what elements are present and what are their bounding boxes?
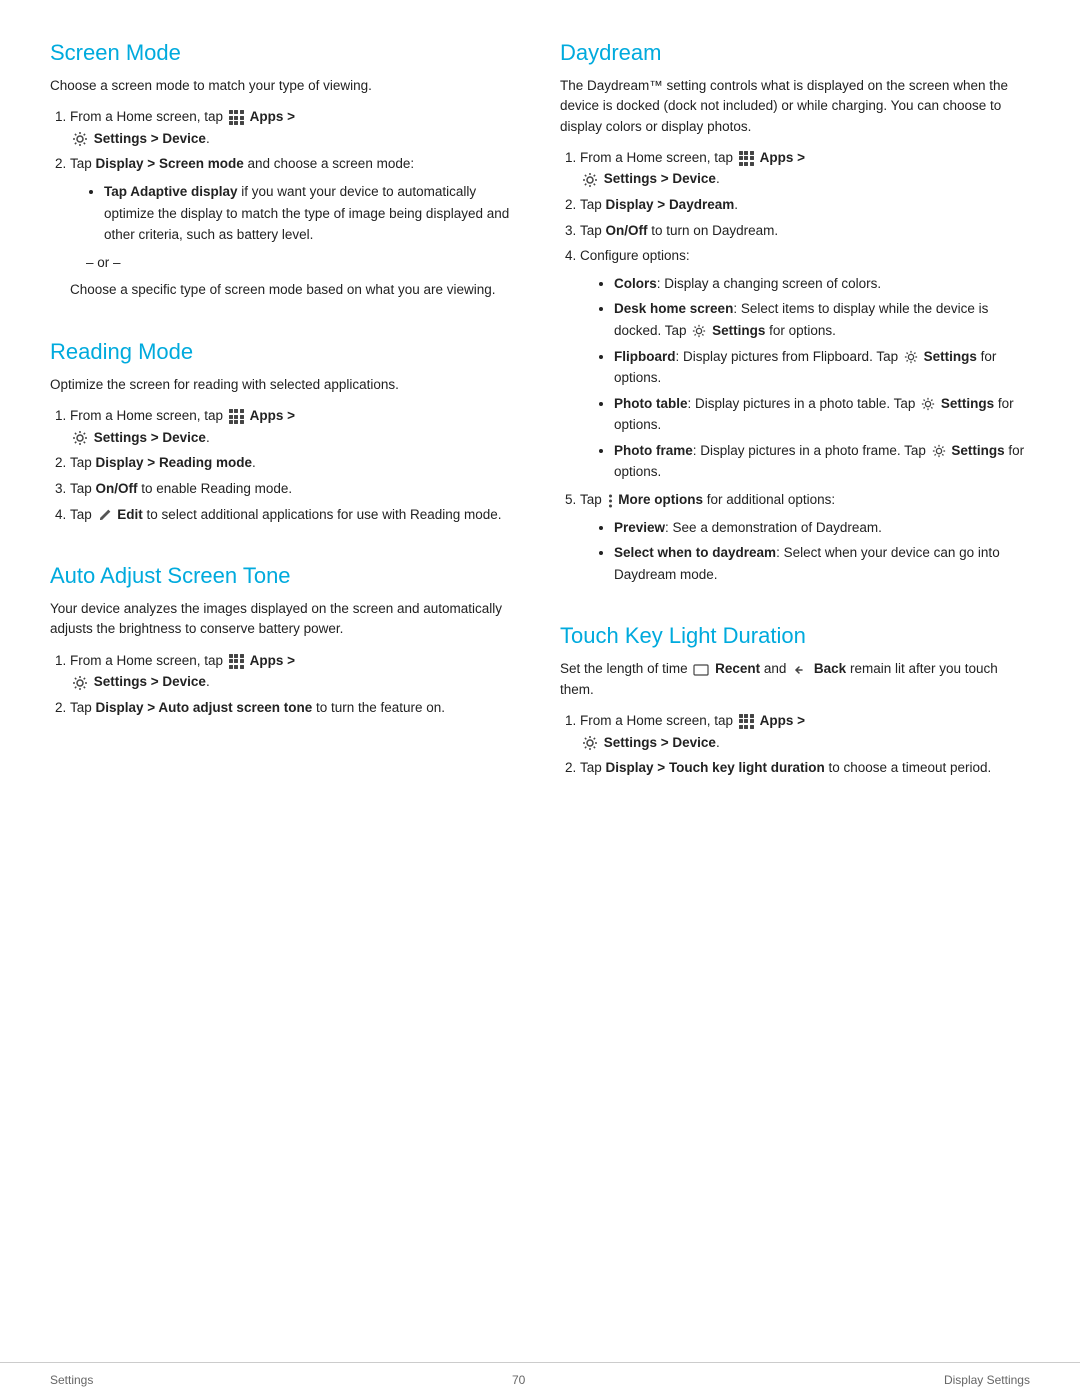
step-item: Tap Display > Auto adjust screen tone to… — [70, 697, 520, 719]
option-item: Flipboard: Display pictures from Flipboa… — [614, 346, 1030, 389]
apps-icon — [229, 409, 244, 424]
option-item: Photo frame: Display pictures in a photo… — [614, 440, 1030, 483]
settings-gear-icon — [932, 444, 946, 458]
apps-icon — [229, 110, 244, 125]
step-item: Tap Display > Reading mode. — [70, 452, 520, 474]
auto-adjust-title: Auto Adjust Screen Tone — [50, 563, 520, 589]
reading-mode-title: Reading Mode — [50, 339, 520, 365]
touch-key-steps: From a Home screen, tap Apps > Settings … — [560, 710, 1030, 779]
section-daydream: Daydream The Daydream™ setting controls … — [560, 40, 1030, 591]
settings-icon — [72, 675, 88, 691]
left-column: Screen Mode Choose a screen mode to matc… — [50, 40, 520, 1317]
option-item: Desk home screen: Select items to displa… — [614, 298, 1030, 341]
section-touch-key: Touch Key Light Duration Set the length … — [560, 623, 1030, 784]
step-item: Tap On/Off to enable Reading mode. — [70, 478, 520, 500]
reading-mode-desc: Optimize the screen for reading with sel… — [50, 375, 520, 395]
reading-mode-steps: From a Home screen, tap Apps > Settings … — [50, 405, 520, 525]
settings-icon — [582, 172, 598, 188]
step-item: Tap Display > Touch key light duration t… — [580, 757, 1030, 779]
screen-mode-title: Screen Mode — [50, 40, 520, 66]
apps-icon — [739, 151, 754, 166]
apps-icon — [229, 654, 244, 669]
recent-icon — [693, 664, 709, 676]
touch-key-title: Touch Key Light Duration — [560, 623, 1030, 649]
step-item: Tap Edit to select additional applicatio… — [70, 504, 520, 526]
daydream-desc: The Daydream™ setting controls what is d… — [560, 76, 1030, 137]
content-area: Screen Mode Choose a screen mode to matc… — [0, 0, 1080, 1397]
page: Screen Mode Choose a screen mode to matc… — [0, 0, 1080, 1397]
settings-gear-icon — [692, 324, 706, 338]
footer: Settings 70 Display Settings — [0, 1362, 1080, 1397]
settings-gear-icon — [921, 397, 935, 411]
subitem: Tap Adaptive display if you want your de… — [104, 181, 520, 246]
step-item: Tap Display > Screen mode and choose a s… — [70, 153, 520, 301]
option-item: Preview: See a demonstration of Daydream… — [614, 517, 1030, 539]
step-item: Configure options: Colors: Display a cha… — [580, 245, 1030, 483]
screen-mode-subitems: Tap Adaptive display if you want your de… — [86, 181, 520, 246]
step-item: Tap Display > Daydream. — [580, 194, 1030, 216]
more-options-icon — [608, 494, 613, 508]
step-item: From a Home screen, tap Apps > Settings … — [580, 710, 1030, 753]
touch-key-desc: Set the length of time Recent and Back r… — [560, 659, 1030, 700]
daydream-title: Daydream — [560, 40, 1030, 66]
option-item: Photo table: Display pictures in a photo… — [614, 393, 1030, 436]
edit-icon — [98, 508, 112, 522]
settings-icon — [72, 430, 88, 446]
step-item: From a Home screen, tap Apps > Settings … — [580, 147, 1030, 190]
section-auto-adjust: Auto Adjust Screen Tone Your device anal… — [50, 563, 520, 724]
daydream-options: Colors: Display a changing screen of col… — [596, 273, 1030, 483]
settings-icon — [582, 735, 598, 751]
step-item: From a Home screen, tap Apps > Settings … — [70, 106, 520, 149]
screen-mode-desc: Choose a screen mode to match your type … — [50, 76, 520, 96]
right-column: Daydream The Daydream™ setting controls … — [560, 40, 1030, 1317]
more-options-list: Preview: See a demonstration of Daydream… — [596, 517, 1030, 586]
settings-icon — [72, 131, 88, 147]
or-text: – or – — [70, 252, 520, 274]
section-reading-mode: Reading Mode Optimize the screen for rea… — [50, 339, 520, 531]
screen-mode-steps: From a Home screen, tap Apps > Settings … — [50, 106, 520, 301]
footer-right: Display Settings — [944, 1373, 1030, 1387]
apps-icon — [739, 714, 754, 729]
step-item: Tap On/Off to turn on Daydream. — [580, 220, 1030, 242]
step-item: Tap More options for additional options:… — [580, 489, 1030, 585]
footer-left: Settings — [50, 1373, 93, 1387]
section-screen-mode: Screen Mode Choose a screen mode to matc… — [50, 40, 520, 307]
auto-adjust-steps: From a Home screen, tap Apps > Settings … — [50, 650, 520, 719]
step-item: From a Home screen, tap Apps > Settings … — [70, 405, 520, 448]
back-icon — [792, 664, 808, 676]
daydream-steps: From a Home screen, tap Apps > Settings … — [560, 147, 1030, 586]
footer-center: 70 — [512, 1373, 525, 1387]
option-item: Select when to daydream: Select when you… — [614, 542, 1030, 585]
settings-gear-icon — [904, 350, 918, 364]
after-or: Choose a specific type of screen mode ba… — [70, 279, 520, 301]
step-item: From a Home screen, tap Apps > Settings … — [70, 650, 520, 693]
option-item: Colors: Display a changing screen of col… — [614, 273, 1030, 295]
auto-adjust-desc: Your device analyzes the images displaye… — [50, 599, 520, 640]
